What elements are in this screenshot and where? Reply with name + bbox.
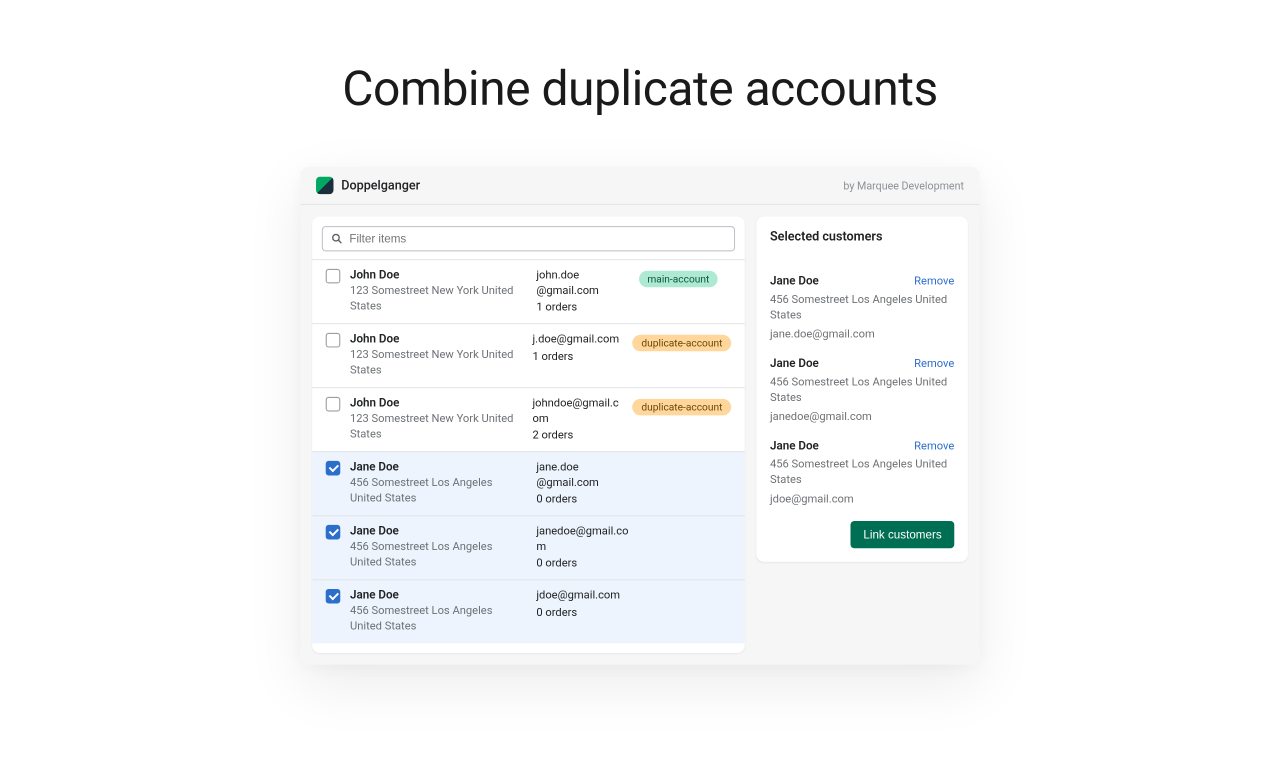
app-logo-icon [316,177,333,194]
customer-address: 456 Somestreet Los Angeles United States [350,476,527,506]
checkbox[interactable] [326,589,341,604]
status-badge: duplicate-account [633,335,732,351]
customer-orders: 1 orders [536,300,629,314]
customer-address: 456 Somestreet Los Angeles United States [350,540,527,570]
selected-name: Jane Doe [770,439,819,453]
customer-orders: 0 orders [536,492,629,506]
filter-input[interactable] [349,232,726,246]
selected-email: janedoe@gmail.com [770,410,954,424]
filter-input-wrapper[interactable] [322,226,735,251]
remove-button[interactable]: Remove [914,356,954,370]
customer-name: Jane Doe [350,588,527,602]
link-customers-button[interactable]: Link customers [851,521,955,548]
customer-orders: 0 orders [536,556,629,570]
customer-name: John Doe [350,396,523,410]
customer-email: johndoe@gmail.com [532,396,623,426]
app-name: Doppelganger [341,178,420,193]
selected-panel-title: Selected customers [770,230,954,245]
selected-customer-item: Jane Doe Remove 456 Somestreet Los Angel… [770,274,954,341]
selected-address: 456 Somestreet Los Angeles United States [770,457,954,487]
customer-address: 123 Somestreet New York United States [350,283,527,313]
customer-orders: 2 orders [532,428,623,442]
customer-name: Jane Doe [350,524,527,538]
customer-row[interactable]: Jane Doe 456 Somestreet Los Angeles Unit… [312,579,745,643]
checkbox[interactable] [326,269,341,284]
search-icon [331,232,344,246]
page-title: Combine duplicate accounts [0,60,1280,117]
app-header: Doppelganger by Marquee Development [301,167,980,205]
app-window: Doppelganger by Marquee Development John… [301,167,980,665]
customer-row[interactable]: John Doe 123 Somestreet New York United … [312,387,745,451]
customer-orders: 0 orders [536,605,629,619]
customer-email: jane.doe @gmail.com [536,460,629,490]
customer-name: John Doe [350,332,523,346]
customer-orders: 1 orders [532,349,623,363]
checkbox[interactable] [326,461,341,476]
selected-customer-item: Jane Doe Remove 456 Somestreet Los Angel… [770,356,954,423]
status-badge: main-account [639,271,718,287]
app-body: John Doe 123 Somestreet New York United … [301,205,980,665]
customer-list-panel: John Doe 123 Somestreet New York United … [312,216,745,653]
remove-button[interactable]: Remove [914,274,954,288]
selected-customers-panel: Selected customers Jane Doe Remove 456 S… [756,216,967,561]
customer-address: 123 Somestreet New York United States [350,347,523,377]
customer-name: Jane Doe [350,460,527,474]
selected-name: Jane Doe [770,356,819,370]
status-badge: duplicate-account [633,399,732,415]
customer-row[interactable]: John Doe 123 Somestreet New York United … [312,259,745,323]
selected-address: 456 Somestreet Los Angeles United States [770,375,954,405]
selected-email: jane.doe@gmail.com [770,327,954,341]
customer-email: j.doe@gmail.com [532,332,623,347]
customer-email: jdoe@gmail.com [536,588,629,603]
selected-customer-item: Jane Doe Remove 456 Somestreet Los Angel… [770,439,954,506]
selected-address: 456 Somestreet Los Angeles United States [770,292,954,322]
customer-address: 123 Somestreet New York United States [350,412,523,442]
customer-row[interactable]: John Doe 123 Somestreet New York United … [312,323,745,387]
selected-email: jdoe@gmail.com [770,492,954,506]
checkbox[interactable] [326,397,341,412]
remove-button[interactable]: Remove [914,439,954,453]
selected-name: Jane Doe [770,274,819,288]
customer-address: 456 Somestreet Los Angeles United States [350,604,527,634]
customer-email: janedoe@gmail.com [536,524,629,554]
customer-email: john.doe @gmail.com [536,268,629,298]
app-credit: by Marquee Development [843,179,964,192]
checkbox[interactable] [326,333,341,348]
checkbox[interactable] [326,525,341,540]
customer-row[interactable]: Jane Doe 456 Somestreet Los Angeles Unit… [312,515,745,579]
customer-row[interactable]: Jane Doe 456 Somestreet Los Angeles Unit… [312,451,745,515]
customer-name: John Doe [350,268,527,282]
